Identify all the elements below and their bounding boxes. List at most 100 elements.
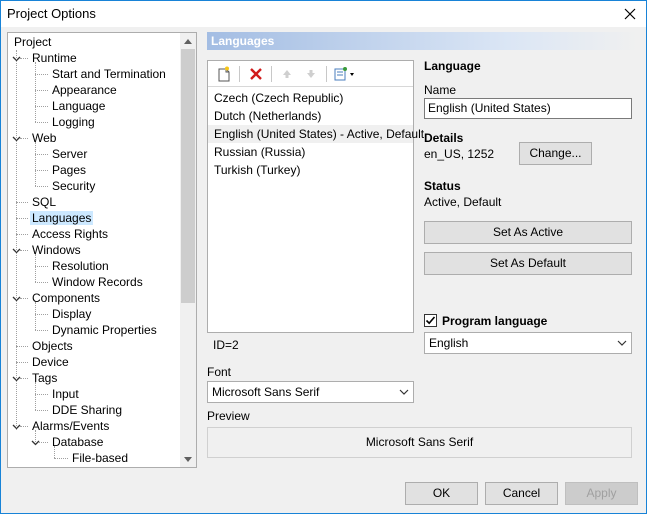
list-item[interactable]: Czech (Czech Republic)	[208, 89, 413, 107]
list-item[interactable]: Dutch (Netherlands)	[208, 107, 413, 125]
move-up-button[interactable]	[277, 64, 297, 84]
chevron-up-icon	[184, 38, 192, 44]
tree-item[interactable]: Start and Termination	[50, 66, 168, 82]
tree-item[interactable]: Resolution	[50, 258, 111, 274]
languages-panel: Czech (Czech Republic) Dutch (Netherlands…	[207, 60, 424, 333]
tree-item-label: Window Records	[52, 275, 143, 289]
tree-item[interactable]: Window Records	[50, 274, 145, 290]
font-label: Font	[207, 365, 232, 379]
program-language-value: English	[429, 336, 469, 350]
tree-item[interactable]: Display	[50, 306, 93, 322]
scroll-thumb[interactable]	[181, 49, 195, 303]
tree-item[interactable]: Input	[50, 386, 81, 402]
name-field[interactable]: English (United States)	[424, 98, 632, 119]
close-icon	[624, 8, 636, 20]
apply-button[interactable]: Apply	[565, 482, 638, 505]
move-down-button[interactable]	[301, 64, 321, 84]
tree-item[interactable]: Server	[50, 146, 89, 162]
tree-item-label: Server	[52, 147, 88, 161]
tree-item-label: Alarms/Events	[32, 419, 110, 433]
tree-content: Project Runtime Start and Termination Appea…	[8, 33, 182, 467]
tree-item-label: Start and Termination	[52, 67, 166, 81]
tree-item[interactable]: Languages	[30, 210, 94, 226]
tree-item[interactable]: Database	[50, 434, 105, 450]
tree-item[interactable]: SQL	[30, 194, 58, 210]
tree-item-label: Appearance	[52, 83, 117, 97]
tree-item[interactable]: Project	[12, 34, 53, 50]
new-language-button[interactable]	[214, 64, 234, 84]
tree-item-label: Dynamic Properties	[52, 323, 157, 337]
tree-item-label: Windows	[32, 243, 81, 257]
program-language-select[interactable]: English	[424, 332, 632, 354]
tree-item-label: Pages	[52, 163, 87, 177]
delete-language-button[interactable]	[246, 64, 266, 84]
tree-item-label: Security	[52, 179, 96, 193]
status-value: Active, Default	[424, 195, 502, 209]
language-header: Language	[424, 59, 481, 73]
tree-item-label: Components	[32, 291, 101, 305]
tree-item[interactable]: Components	[30, 290, 102, 306]
cancel-button[interactable]: Cancel	[485, 482, 558, 505]
list-item[interactable]: Russian (Russia)	[208, 143, 413, 161]
tree-item[interactable]: Windows	[30, 242, 83, 258]
title-bar: Project Options	[1, 1, 646, 27]
scroll-down-button[interactable]	[180, 451, 196, 467]
tree-item[interactable]: Appearance	[50, 82, 119, 98]
program-language-label[interactable]: Program language	[442, 314, 547, 328]
arrow-down-icon	[307, 70, 315, 78]
tree-item-label: Runtime	[32, 51, 77, 65]
list-item[interactable]: English (United States) - Active, Defaul…	[208, 125, 424, 143]
status-header: Status	[424, 179, 461, 193]
tree-item[interactable]: Security	[50, 178, 97, 194]
chevron-down-icon	[617, 340, 627, 346]
tree-item-label: Resolution	[52, 259, 109, 273]
languages-toolbar	[208, 61, 413, 87]
tree-item[interactable]: Access Rights	[30, 226, 110, 242]
arrow-up-icon	[283, 70, 291, 78]
list-item[interactable]: Turkish (Turkey)	[208, 161, 413, 179]
details-header: Details	[424, 131, 464, 145]
font-select-value: Microsoft Sans Serif	[212, 385, 320, 399]
tree-item-label: Database	[52, 435, 104, 449]
checkmark-icon	[425, 316, 436, 325]
tree-item[interactable]: Device	[30, 354, 71, 370]
tree-item-label: Device	[32, 355, 69, 369]
ok-button[interactable]: OK	[405, 482, 478, 505]
font-select[interactable]: Microsoft Sans Serif	[207, 381, 414, 403]
tree-item-label: Project	[14, 35, 52, 49]
edit-document-icon	[334, 67, 354, 81]
tree-item[interactable]: Pages	[50, 162, 88, 178]
new-document-icon	[218, 66, 230, 82]
tree-item-label: Languages	[30, 211, 94, 225]
tree-item-label: Display	[52, 307, 92, 321]
project-options-dialog: Project Options Project Runtime Start and …	[0, 0, 647, 514]
tree-item-label: Access Rights	[32, 227, 109, 241]
program-language-checkbox[interactable]	[424, 314, 437, 327]
languages-list[interactable]: Czech (Czech Republic) Dutch (Netherlands…	[208, 89, 424, 179]
section-header: Languages	[207, 32, 638, 50]
tree-item[interactable]: Logging	[50, 114, 97, 130]
set-as-default-button[interactable]: Set As Default	[424, 252, 632, 275]
preview-label: Preview	[207, 409, 250, 423]
close-button[interactable]	[614, 1, 646, 27]
change-button[interactable]: Change...	[519, 142, 592, 165]
tree-item[interactable]: Language	[50, 98, 107, 114]
tree-item[interactable]: File-based	[70, 450, 130, 466]
name-label: Name	[424, 83, 457, 97]
scroll-up-button[interactable]	[180, 33, 196, 49]
tree-item[interactable]: Runtime	[30, 50, 79, 66]
tree-item-label: Logging	[52, 115, 95, 129]
options-tree[interactable]: Project Runtime Start and Termination Appea…	[7, 32, 197, 468]
tree-scrollbar[interactable]	[180, 33, 196, 467]
tree-item[interactable]: Alarms/Events	[30, 418, 111, 434]
language-options-dropdown-button[interactable]	[332, 64, 358, 84]
tree-item[interactable]: Objects	[30, 338, 75, 354]
tree-item[interactable]: Dynamic Properties	[50, 322, 159, 338]
tree-item[interactable]: DDE Sharing	[50, 402, 124, 418]
language-id-label: ID=2	[213, 338, 239, 352]
chevron-down-icon	[184, 456, 192, 462]
tree-item-label: File-based	[72, 451, 129, 465]
chevron-down-icon	[399, 389, 409, 395]
set-as-active-button[interactable]: Set As Active	[424, 221, 632, 244]
details-value: en_US, 1252	[424, 147, 495, 161]
